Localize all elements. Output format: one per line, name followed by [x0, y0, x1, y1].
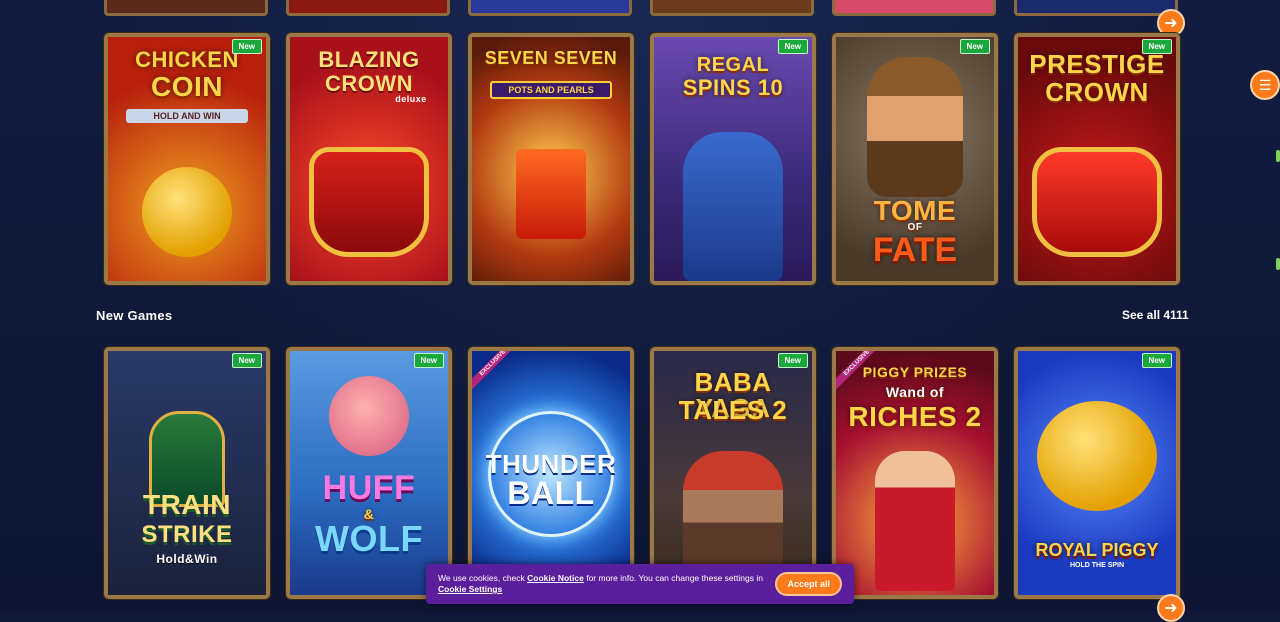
new-badge: New [231, 353, 262, 368]
game-card-blazing-crown[interactable]: BLAZING CROWN deluxe [286, 33, 452, 285]
game-card-regal-spins[interactable]: REGAL SPINS 10 New [650, 33, 816, 285]
game-card-prestige-crown[interactable]: PRESTIGE CROWN New [1014, 33, 1180, 285]
game-subtitle: HOLD THE SPIN [1069, 562, 1125, 569]
see-all-link[interactable]: See all 4111 [1122, 308, 1189, 322]
side-menu-button[interactable]: ☰ [1250, 70, 1280, 100]
new-badge: New [777, 39, 808, 54]
game-subtitle: Wand of [885, 384, 945, 400]
game-title: WOLF [315, 518, 423, 559]
chicken-illustration [142, 167, 232, 257]
game-title: PIGGY PRIZES [862, 364, 968, 380]
game-subtitle: POTS AND PEARLS [490, 81, 612, 99]
police-duck-illustration [683, 132, 783, 281]
indicator [1276, 258, 1280, 270]
game-title: CROWN [1045, 77, 1149, 107]
cookie-text: We use cookies, check Cookie Notice for … [438, 573, 765, 594]
new-badge: New [1141, 353, 1172, 368]
new-badge: New [959, 39, 990, 54]
arrow-right-icon: ➜ [1164, 15, 1178, 32]
game-title: SEVEN SEVEN [484, 48, 618, 68]
crown-illustration [1032, 147, 1162, 257]
game-title: TOME [873, 195, 957, 226]
game-card-partial[interactable] [1014, 0, 1178, 16]
game-card-partial[interactable] [650, 0, 814, 16]
game-card-baba-yaga[interactable]: BABA YAGA TALES 2 New [650, 347, 816, 599]
game-title: FATE [872, 231, 958, 269]
indicator [1276, 150, 1280, 162]
game-card-train-strike[interactable]: TRAIN STRIKE Hold&Win New [104, 347, 270, 599]
game-card-thunder-ball[interactable]: THUNDER BALL EXCLUSIVE [468, 347, 634, 599]
explorer-illustration [867, 57, 963, 197]
game-title: TALES 2 [678, 395, 788, 425]
game-title: SPINS 10 [682, 75, 784, 100]
game-title: BLAZING [318, 47, 420, 72]
new-badge: New [1141, 39, 1172, 54]
game-card-partial[interactable] [104, 0, 268, 16]
golden-pig-illustration [1037, 401, 1157, 511]
new-badge: New [231, 39, 262, 54]
game-card-tome-of-fate[interactable]: TOME OF FATE New [832, 33, 998, 285]
game-title: ROYAL PIGGY [1035, 540, 1159, 560]
game-title: THUNDER [485, 449, 617, 479]
new-badge: New [413, 353, 444, 368]
game-title: TRAIN [142, 489, 232, 520]
game-card-partial[interactable] [832, 0, 996, 16]
crown-illustration [309, 147, 429, 257]
new-badge: New [777, 353, 808, 368]
game-subtitle: Hold&Win [156, 552, 218, 566]
section-title: New Games [96, 308, 173, 323]
game-card-huff-wolf[interactable]: HUFF & WOLF New [286, 347, 452, 599]
cookie-text-1: We use cookies, check [438, 573, 525, 584]
game-card-chicken-coin[interactable]: CHICKEN COIN HOLD AND WIN New [104, 33, 270, 285]
witch-illustration [683, 451, 783, 581]
carousel-next-button[interactable]: ➜ [1157, 594, 1185, 622]
game-card-partial[interactable] [286, 0, 450, 16]
game-subtitle: HOLD AND WIN [126, 109, 248, 123]
game-title: COIN [151, 71, 223, 102]
game-title: HUFF [322, 469, 416, 507]
game-title: STRIKE [141, 521, 233, 548]
cookie-notice-link[interactable]: Cookie Notice [527, 573, 584, 583]
cookie-banner: We use cookies, check Cookie Notice for … [426, 564, 854, 604]
game-title: CROWN [324, 71, 414, 96]
game-title: RICHES 2 [848, 401, 982, 432]
game-subtitle: deluxe [395, 94, 427, 104]
previous-row-strip [104, 0, 1184, 16]
arrow-right-icon: ➜ [1164, 600, 1178, 617]
game-title: REGAL [696, 54, 770, 76]
pig-illustration [329, 376, 409, 456]
game-card-seven-seven[interactable]: SEVEN SEVEN POTS AND PEARLS [468, 33, 634, 285]
game-card-piggy-prizes[interactable]: PIGGY PRIZES Wand of RICHES 2 EXCLUSIVE [832, 347, 998, 599]
seven-symbol-illustration [516, 149, 586, 239]
magician-illustration [875, 451, 955, 591]
cookie-settings-link[interactable]: Cookie Settings [438, 584, 502, 594]
accept-all-button[interactable]: Accept all [775, 572, 842, 596]
cookie-text-2: for more info. You can change these sett… [586, 573, 763, 584]
menu-icon: ☰ [1258, 76, 1272, 93]
game-title: PRESTIGE [1029, 49, 1165, 79]
game-card-royal-piggy[interactable]: ROYAL PIGGY HOLD THE SPIN New [1014, 347, 1180, 599]
game-card-partial[interactable] [468, 0, 632, 16]
game-title: BALL [507, 475, 595, 511]
